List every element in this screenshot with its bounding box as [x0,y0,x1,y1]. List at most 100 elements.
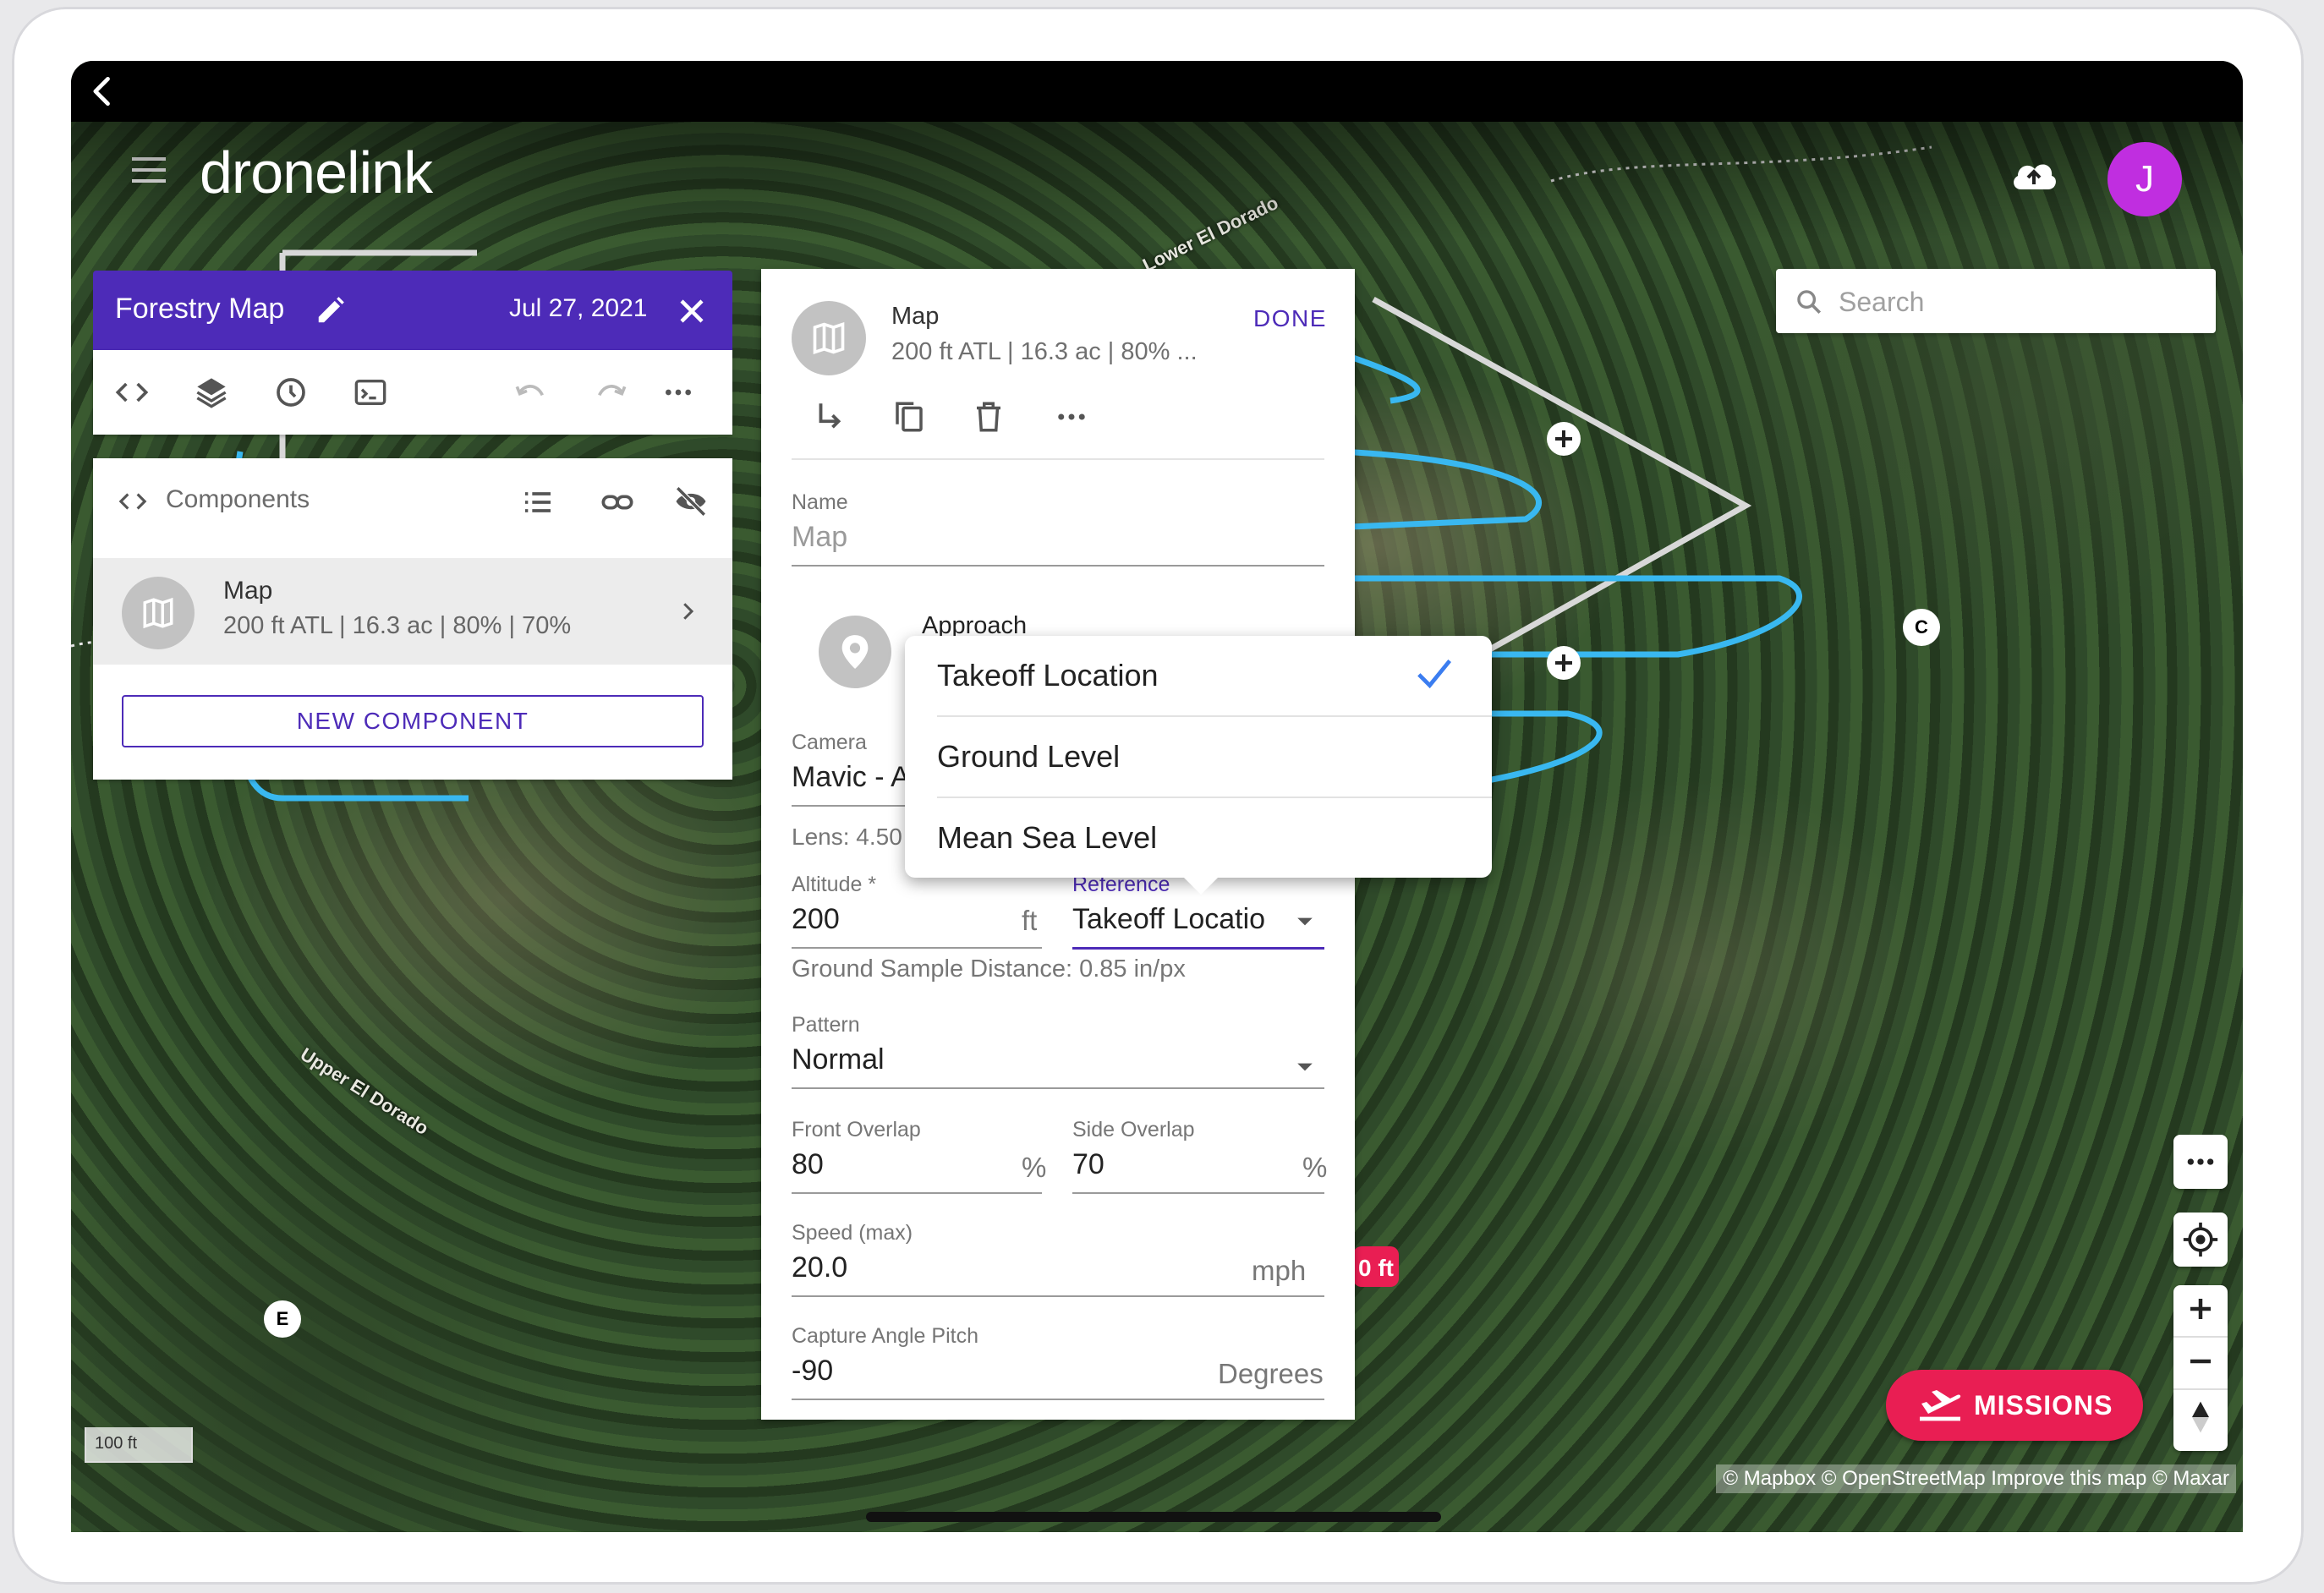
dropdown-option-ground-level[interactable]: Ground Level [905,717,1492,796]
side-overlap-input[interactable]: 70 [1072,1148,1104,1181]
edit-pencil-icon[interactable] [315,294,347,326]
map-scale: 100 ft [85,1427,193,1463]
speed-input[interactable]: 20.0 [792,1251,847,1284]
capture-pitch-underline [792,1399,1324,1400]
speed-underline [792,1295,1324,1297]
components-panel: Components Map 200 ft ATL | 16.3 ac | 80… [93,458,732,780]
map-more-button[interactable] [2173,1135,2228,1189]
lens-text: Lens: 4.50 [792,824,902,850]
done-button[interactable]: DONE [1248,304,1332,333]
dropdown-option-takeoff-location[interactable]: Takeoff Location [905,636,1492,715]
plan-header: Forestry Map Jul 27, 2021 [93,271,732,350]
plan-toolbar [93,350,732,435]
editor-title: Map [891,303,940,330]
zoom-out-icon[interactable] [2185,1346,2216,1377]
history-clock-icon[interactable] [274,375,308,409]
my-location-button[interactable] [2173,1213,2228,1267]
camera-select[interactable]: Mavic - A [792,761,910,794]
code-icon[interactable] [115,375,149,409]
capture-pitch-label: Capture Angle Pitch [792,1324,978,1348]
duplicate-icon[interactable] [891,399,927,435]
name-input[interactable]: Map [792,521,847,554]
gsd-text: Ground Sample Distance: 0.85 in/px [792,955,1186,983]
approach-avatar [819,616,891,688]
altitude-chip: 0 ft [1353,1246,1399,1287]
missions-button[interactable]: MISSIONS [1886,1370,2143,1441]
zoom-controls [2173,1285,2228,1451]
waypoint-e[interactable]: E [264,1300,301,1338]
compass-icon[interactable] [2189,1400,2212,1434]
front-overlap-input[interactable]: 80 [792,1148,824,1181]
camera-label: Camera [792,731,867,754]
waypoint-c[interactable]: C [1903,609,1940,646]
pattern-underline [792,1087,1324,1089]
editor-divider [792,458,1324,460]
editor-actions [761,387,1355,455]
components-title: Components [166,485,310,513]
link-icon[interactable] [600,485,634,519]
zoom-divider [2173,1388,2228,1390]
component-summary: 200 ft ATL | 16.3 ac | 80% | 70% [223,612,572,639]
map-search-box[interactable] [1776,269,2216,333]
components-header: Components [93,458,732,545]
delete-icon[interactable] [971,399,1006,435]
reference-select[interactable]: Takeoff Locatio [1072,903,1265,936]
dropdown-pointer [1182,876,1220,895]
name-label: Name [792,490,848,514]
new-component-button[interactable]: NEW COMPONENT [122,695,704,747]
altitude-label: Altitude * [792,873,877,896]
brand-logo: dronelink [200,140,433,205]
editor-avatar [792,301,866,375]
name-underline [792,565,1324,567]
component-item-map[interactable]: Map 200 ft ATL | 16.3 ac | 80% | 70% [93,558,732,665]
side-overlap-label: Side Overlap [1072,1118,1195,1141]
more-horizontal-icon[interactable] [661,375,695,409]
capture-pitch-unit: Degrees [1218,1358,1324,1389]
crosshair-location-icon [2183,1222,2218,1257]
layers-icon[interactable] [195,375,228,409]
visibility-off-icon[interactable] [673,484,709,519]
plan-title[interactable]: Forestry Map [115,293,284,326]
cloud-upload-icon[interactable] [2009,156,2058,196]
back-chevron-icon[interactable] [85,73,122,110]
app-screen: C E A Lower El Dorado Upper El Dorado dr… [71,61,2243,1532]
code-icon[interactable] [117,487,149,516]
search-input[interactable] [1837,277,2195,326]
zoom-in-icon[interactable] [2185,1294,2216,1324]
dropdown-arrow-icon [1297,917,1313,926]
undo-icon[interactable] [514,375,548,409]
more-horizontal-icon[interactable] [1054,399,1089,435]
map-attribution[interactable]: © Mapbox © OpenStreetMap Improve this ma… [1716,1464,2236,1493]
terminal-icon[interactable] [354,375,387,409]
editor-summary: 200 ft ATL | 16.3 ac | 80% ... [891,338,1198,365]
speed-unit: mph [1252,1255,1307,1286]
dropdown-option-mean-sea-level[interactable]: Mean Sea Level [905,798,1492,878]
map-icon [813,321,845,355]
list-icon[interactable] [521,485,555,519]
search-icon [1797,290,1822,315]
chevron-right-icon [683,603,694,620]
home-indicator[interactable] [866,1512,1441,1522]
pattern-label: Pattern [792,1013,860,1037]
map-icon [143,597,173,629]
zoom-divider [2173,1336,2228,1338]
component-name: Map [223,577,273,605]
front-overlap-unit: % [1022,1152,1047,1183]
redo-icon[interactable] [594,375,628,409]
front-overlap-underline [792,1192,1042,1194]
side-overlap-underline [1072,1192,1324,1194]
airplane-takeoff-icon [1920,1390,1961,1421]
altitude-underline [792,947,1042,949]
plan-date: Jul 27, 2021 [509,294,648,322]
dropdown-arrow-icon [1297,1063,1313,1071]
capture-pitch-input[interactable]: -90 [792,1355,833,1388]
close-icon[interactable] [677,296,707,326]
user-avatar[interactable]: J [2107,142,2182,216]
reference-dropdown-menu: Takeoff Location Ground Level Mean Sea L… [905,636,1492,878]
more-horizontal-icon [2187,1158,2214,1165]
pattern-select[interactable]: Normal [792,1043,885,1076]
front-overlap-label: Front Overlap [792,1118,921,1141]
altitude-input[interactable]: 200 [792,903,840,936]
move-into-icon[interactable] [812,399,847,435]
side-overlap-unit: % [1302,1152,1328,1183]
